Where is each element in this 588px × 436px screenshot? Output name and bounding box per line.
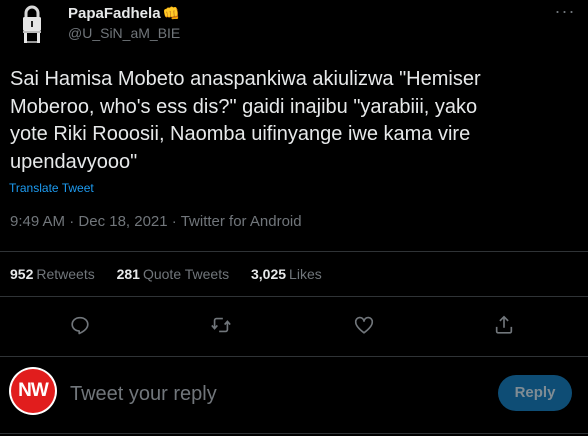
author-handle[interactable]: @U_SiN_aM_BIE bbox=[68, 25, 180, 41]
tweet-text: Sai Hamisa Mobeto anaspankiwa akiulizwa … bbox=[10, 68, 481, 173]
padlock-logo-icon bbox=[10, 2, 54, 46]
like-button[interactable] bbox=[351, 312, 377, 338]
retweet-icon bbox=[211, 317, 231, 333]
divider bbox=[0, 433, 588, 434]
reply-submit-button[interactable]: Reply bbox=[498, 375, 572, 411]
tweet-date[interactable]: Dec 18, 2021 bbox=[78, 213, 167, 230]
retweets-label: Retweets bbox=[36, 266, 95, 282]
retweets-count: 952 bbox=[10, 266, 34, 282]
translate-tweet-link[interactable]: Translate Tweet bbox=[9, 181, 94, 195]
meta-separator: · bbox=[69, 213, 75, 230]
divider bbox=[0, 251, 588, 252]
likes-label: Likes bbox=[289, 266, 322, 282]
current-user-avatar[interactable]: NW bbox=[9, 367, 57, 415]
divider bbox=[0, 296, 588, 297]
author-name[interactable]: PapaFadhela 👊 bbox=[68, 5, 180, 22]
retweets-stat[interactable]: 952 Retweets bbox=[10, 266, 95, 282]
retweet-button[interactable] bbox=[208, 312, 234, 338]
likes-stat[interactable]: 3,025 Likes bbox=[251, 266, 322, 282]
author-avatar[interactable] bbox=[10, 2, 54, 46]
share-icon bbox=[495, 315, 513, 334]
tweet-stats: 952 Retweets 281 Quote Tweets 3,025 Likes bbox=[10, 266, 340, 282]
fist-emoji-icon: 👊 bbox=[162, 5, 180, 21]
tweet-source[interactable]: Twitter for Android bbox=[181, 213, 302, 230]
quote-tweets-label: Quote Tweets bbox=[142, 266, 230, 282]
share-button[interactable] bbox=[491, 312, 517, 338]
tweet-metadata: 9:49 AM · Dec 18, 2021 · Twitter for And… bbox=[10, 213, 302, 230]
tweet-time[interactable]: 9:49 AM bbox=[10, 213, 65, 230]
reply-icon bbox=[71, 316, 89, 335]
reply-input[interactable] bbox=[70, 380, 470, 408]
likes-count: 3,025 bbox=[251, 266, 287, 282]
more-options-icon[interactable]: ··· bbox=[553, 2, 577, 25]
tweet-header: PapaFadhela 👊 @U_SiN_aM_BIE ··· bbox=[0, 0, 588, 60]
divider bbox=[0, 356, 588, 357]
author-name-text: PapaFadhela bbox=[68, 5, 161, 22]
meta-separator: · bbox=[171, 213, 177, 230]
like-icon bbox=[354, 316, 374, 334]
quote-tweets-stat[interactable]: 281 Quote Tweets bbox=[117, 266, 230, 282]
avatar-initials: NW bbox=[11, 369, 55, 413]
reply-button[interactable] bbox=[67, 312, 93, 338]
quote-tweets-count: 281 bbox=[116, 266, 140, 282]
